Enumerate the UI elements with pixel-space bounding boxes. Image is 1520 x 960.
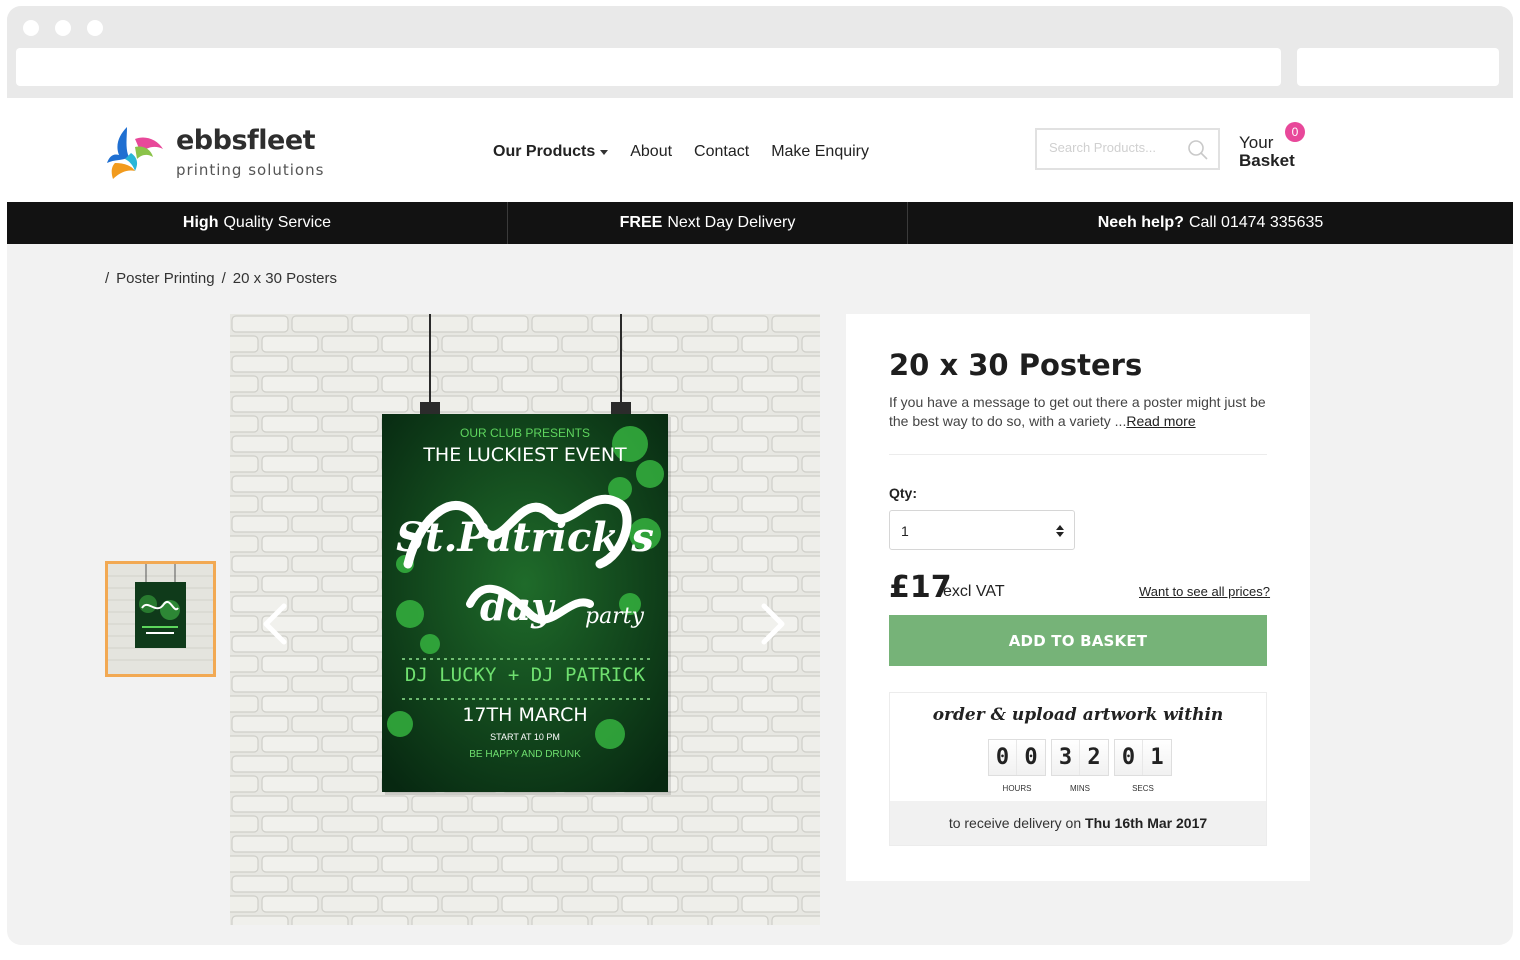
countdown-title: order & upload artwork within: [932, 705, 1224, 725]
promo-quality-bold: High: [182, 214, 219, 231]
browser-window: ebbsfleet printing solutions Our Product…: [7, 6, 1513, 945]
countdown-unit-label: SECS: [1132, 784, 1154, 793]
read-more-link[interactable]: Read more: [1126, 413, 1195, 429]
site-header: ebbsfleet printing solutions Our Product…: [7, 98, 1513, 202]
window-maximize-dot[interactable]: [87, 20, 103, 36]
divider: [889, 454, 1267, 455]
caret-down-icon: [600, 149, 609, 155]
breadcrumb: / Poster Printing / 20 x 30 Posters: [105, 270, 337, 287]
search-icon[interactable]: [1187, 139, 1209, 161]
basket-count-badge: 0: [1285, 122, 1305, 142]
main-nav: Our Products About Contact Make Enquiry: [493, 143, 891, 161]
search-input[interactable]: [1049, 140, 1179, 155]
nav-item-label: Our Products: [493, 143, 596, 160]
countdown-hours: 0 0 HOURS: [988, 739, 1046, 793]
thumbnail-image: [108, 564, 213, 674]
countdown-mins: 3 2 MINS: [1051, 739, 1109, 793]
promo-bar: High Quality Service FREE Next Day Deliv…: [7, 202, 1513, 244]
countdown-digit: 0: [1017, 740, 1045, 775]
poster-script-2: day: [480, 584, 554, 629]
logo-icon: [107, 127, 163, 179]
main-product-image: OUR CLUB PRESENTS THE LUCKIEST EVENT St.…: [230, 314, 820, 925]
delivery-date-note: to receive delivery on Thu 16th Mar 2017: [890, 801, 1266, 845]
nav-contact[interactable]: Contact: [694, 143, 749, 161]
delivery-date: Thu 16th Mar 2017: [1085, 815, 1208, 831]
countdown-digit: 2: [1080, 740, 1108, 775]
brand-tagline: printing solutions: [176, 161, 325, 179]
nav-make-enquiry[interactable]: Make Enquiry: [771, 143, 869, 161]
basket-your: Your: [1239, 133, 1274, 152]
promo-help[interactable]: Neeh help? Call 01474 335635: [908, 202, 1513, 244]
breadcrumb-current: 20 x 30 Posters: [232, 270, 337, 287]
nav-about[interactable]: About: [630, 143, 672, 161]
select-arrows-icon: [1056, 525, 1064, 537]
poster-script-1: St.Patrick's: [396, 514, 654, 561]
promo-help-text: Call 01474 335635: [1188, 214, 1324, 231]
delivery-prefix: to receive delivery on: [948, 815, 1082, 831]
poster-script-3: party: [585, 604, 644, 629]
countdown-timer: 0 0 HOURS 3 2 MINS 0 1 SECS: [988, 739, 1172, 793]
breadcrumb-separator: /: [221, 270, 226, 287]
product-title: 20 x 30 Posters: [889, 348, 1143, 382]
countdown-digit: 0: [1115, 740, 1143, 775]
qty-label: Qty:: [889, 485, 917, 501]
prev-arrow-icon[interactable]: [260, 602, 290, 646]
all-prices-link[interactable]: Want to see all prices?: [1139, 584, 1270, 599]
promo-delivery-text: Next Day Delivery: [667, 214, 796, 231]
basket-label: Basket: [1239, 151, 1295, 170]
breadcrumb-separator: /: [105, 270, 110, 287]
address-bar[interactable]: [16, 48, 1281, 86]
countdown-digit: 1: [1143, 740, 1171, 775]
product-description: If you have a message to get out there a…: [889, 393, 1274, 431]
add-to-basket-button[interactable]: ADD TO BASKET: [889, 615, 1267, 666]
countdown-digit: 0: [989, 740, 1017, 775]
countdown-digit: 3: [1052, 740, 1080, 775]
gallery-thumbnail[interactable]: [105, 561, 216, 677]
basket-link[interactable]: Your Basket 0: [1239, 122, 1319, 174]
price-vat-note: excl VAT: [943, 583, 1005, 600]
countdown-unit-label: MINS: [1070, 784, 1090, 793]
promo-delivery: FREE Next Day Delivery: [508, 202, 907, 244]
window-minimize-dot[interactable]: [55, 20, 71, 36]
promo-help-bold: Neeh help?: [1097, 214, 1184, 231]
countdown-secs: 0 1 SECS: [1114, 739, 1172, 793]
poster-slogan: BE HAPPY AND DRUNK: [469, 749, 581, 760]
nav-our-products[interactable]: Our Products: [493, 143, 609, 161]
poster-djs: DJ LUCKY + DJ PATRICK: [404, 664, 646, 686]
browser-search-bar[interactable]: [1297, 48, 1499, 86]
delivery-countdown: order & upload artwork within 0 0 HOURS …: [889, 692, 1267, 846]
qty-value: 1: [901, 523, 909, 539]
next-arrow-icon[interactable]: [758, 602, 788, 646]
description-text: If you have a message to get out there a…: [889, 394, 1266, 429]
browser-chrome: [7, 6, 1513, 98]
promo-quality-text: Quality Service: [223, 214, 332, 231]
search-box: [1035, 128, 1220, 170]
poster-start: START AT 10 PM: [490, 732, 560, 742]
breadcrumb-poster-printing[interactable]: Poster Printing: [116, 270, 214, 287]
window-close-dot[interactable]: [23, 20, 39, 36]
poster-event: THE LUCKIEST EVENT: [423, 444, 627, 466]
countdown-unit-label: HOURS: [1002, 784, 1032, 793]
qty-select[interactable]: 1: [889, 510, 1075, 550]
promo-delivery-bold: FREE: [619, 214, 663, 231]
product-panel: 20 x 30 Posters If you have a message to…: [846, 314, 1310, 881]
promo-quality: High Quality Service: [7, 202, 507, 244]
brand-name: ebbsfleet: [176, 125, 316, 156]
logo[interactable]: ebbsfleet printing solutions: [105, 123, 325, 183]
poster-presents: OUR CLUB PRESENTS: [459, 426, 591, 440]
poster-date: 17TH MARCH: [462, 704, 588, 726]
